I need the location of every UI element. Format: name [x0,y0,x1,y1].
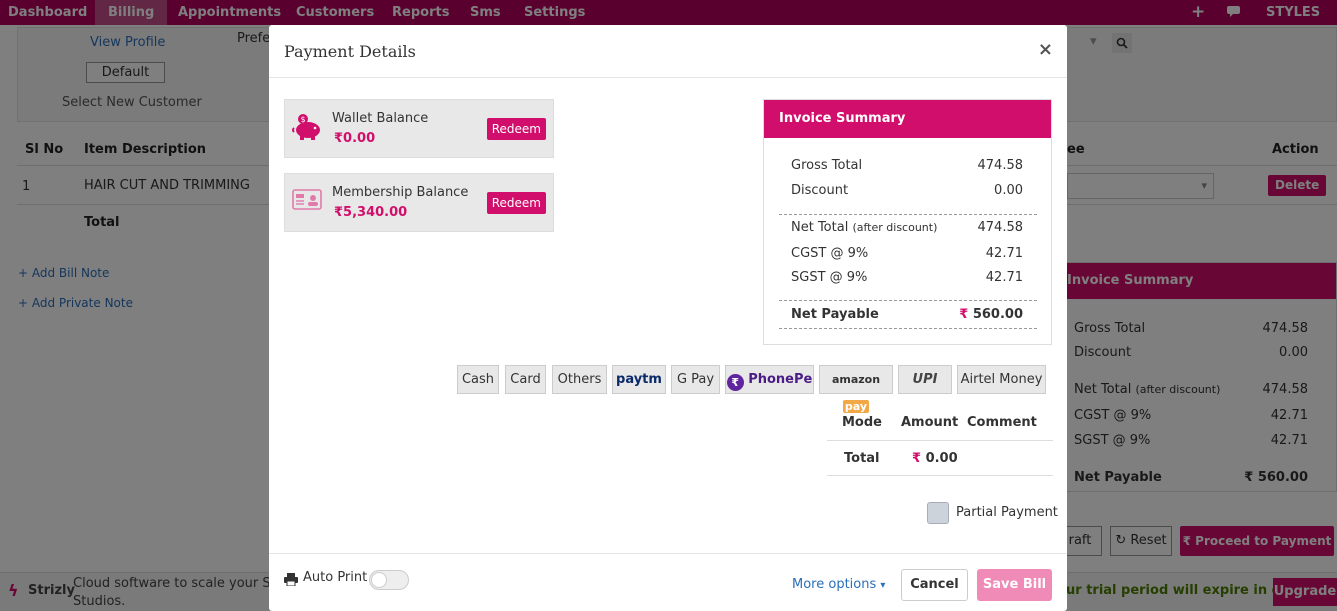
membership-balance-amount: ₹5,340.00 [334,205,408,220]
pay-mode-amazon-pay[interactable]: amazon pay [819,365,893,413]
phonepe-logo-icon: ₹ [726,374,744,391]
pay-mode-others[interactable]: Others [552,365,607,394]
modal-title: Payment Details [284,42,416,61]
net-total-row: Net Total (after discount) 474.58 [791,220,1023,235]
wallet-balance-label: Wallet Balance [332,111,429,126]
payments-total-value: ₹ 0.00 [912,451,958,466]
th-comment: Comment [967,415,1037,430]
th-mode: Mode [842,415,882,430]
payments-total-label: Total [844,451,880,466]
pay-mode-paytm[interactable]: paytm [612,365,666,394]
gross-total-row: Gross Total 474.58 [791,158,1023,173]
upi-logo-icon: UPI [912,372,938,387]
more-options-link[interactable]: More options ▾ [792,577,885,592]
membership-balance-label: Membership Balance [332,185,469,200]
table-divider [827,440,1053,441]
amazon-pay-logo-icon: amazon pay [831,373,881,413]
save-bill-button[interactable]: Save Bill [977,569,1052,601]
cancel-button[interactable]: Cancel [901,569,968,601]
close-icon[interactable]: × [1038,39,1053,60]
invoice-summary-title: Invoice Summary [764,100,1051,138]
wallet-balance-card: $ Wallet Balance ₹0.00 Redeem [284,99,554,158]
partial-payment-checkbox[interactable] [927,502,949,524]
google-pay-logo-icon: G Pay [676,372,715,387]
summary-divider [779,214,1037,215]
membership-redeem-button[interactable]: Redeem [486,192,546,214]
invoice-summary: Invoice Summary Gross Total 474.58 Discou… [763,99,1052,345]
pay-mode-cash[interactable]: Cash [457,365,499,394]
membership-balance-card: Membership Balance ₹5,340.00 Redeem [284,173,554,232]
membership-card-icon [292,188,322,216]
modal-footer-divider [269,553,1067,554]
wallet-balance-amount: ₹0.00 [334,131,376,146]
modal-header: Payment Details × [269,25,1067,78]
pay-mode-airtel-money[interactable]: Airtel Money [957,365,1046,394]
net-payable-row: Net Payable ₹ 560.00 [791,307,1023,322]
toggle-knob [371,572,387,588]
summary-divider [779,300,1037,301]
pay-mode-gpay[interactable]: G Pay [671,365,720,394]
pay-mode-phonepe[interactable]: ₹ PhonePe [725,365,814,394]
payment-details-modal: Payment Details × $ Wallet Balance ₹0.00… [269,25,1067,611]
sgst-row: SGST @ 9% 42.71 [791,270,1023,285]
caret-down-icon: ▾ [880,580,886,591]
wallet-redeem-button[interactable]: Redeem [486,118,546,140]
discount-row: Discount 0.00 [791,183,1023,198]
pay-mode-card[interactable]: Card [505,365,546,394]
partial-payment-label: Partial Payment [956,505,1058,520]
piggy-bank-icon: $ [292,113,322,145]
th-amount: Amount [901,415,959,430]
table-divider [827,475,1053,476]
cgst-row: CGST @ 9% 42.71 [791,246,1023,261]
paytm-logo-icon: paytm [616,372,662,387]
printer-icon [284,573,298,590]
pay-mode-upi[interactable]: UPI [898,365,952,394]
auto-print-label: Auto Print [303,570,368,585]
auto-print-toggle[interactable] [369,570,409,590]
svg-text:$: $ [300,115,305,124]
summary-divider [779,328,1037,329]
